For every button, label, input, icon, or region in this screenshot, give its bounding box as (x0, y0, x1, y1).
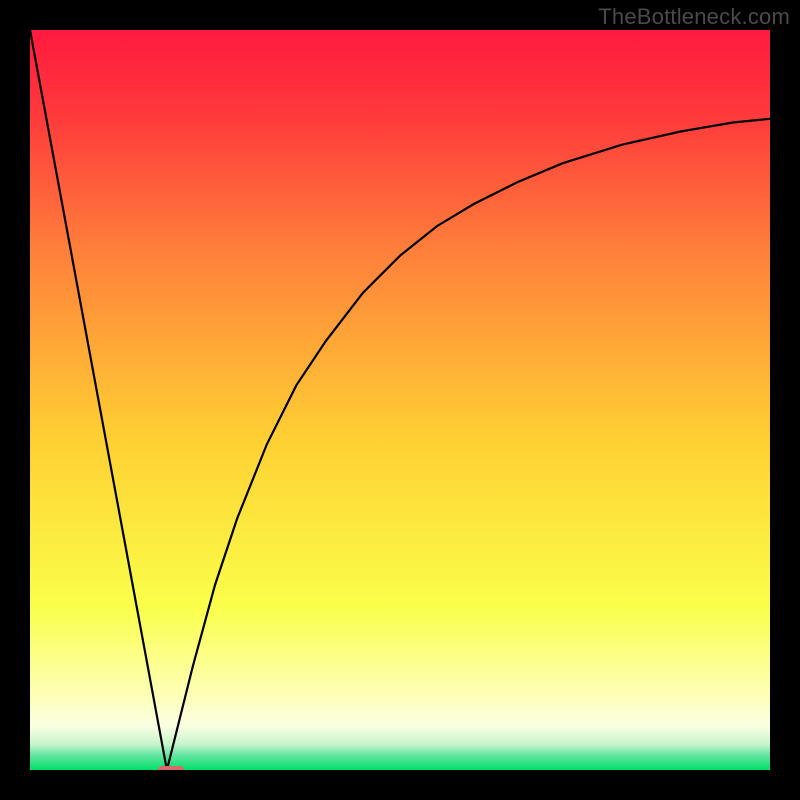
optimal-point-marker (158, 766, 184, 770)
curve-path (30, 30, 770, 770)
watermark-text: TheBottleneck.com (598, 4, 790, 30)
plot-area (30, 30, 770, 770)
chart-frame: TheBottleneck.com (0, 0, 800, 800)
bottleneck-curve (30, 30, 770, 770)
